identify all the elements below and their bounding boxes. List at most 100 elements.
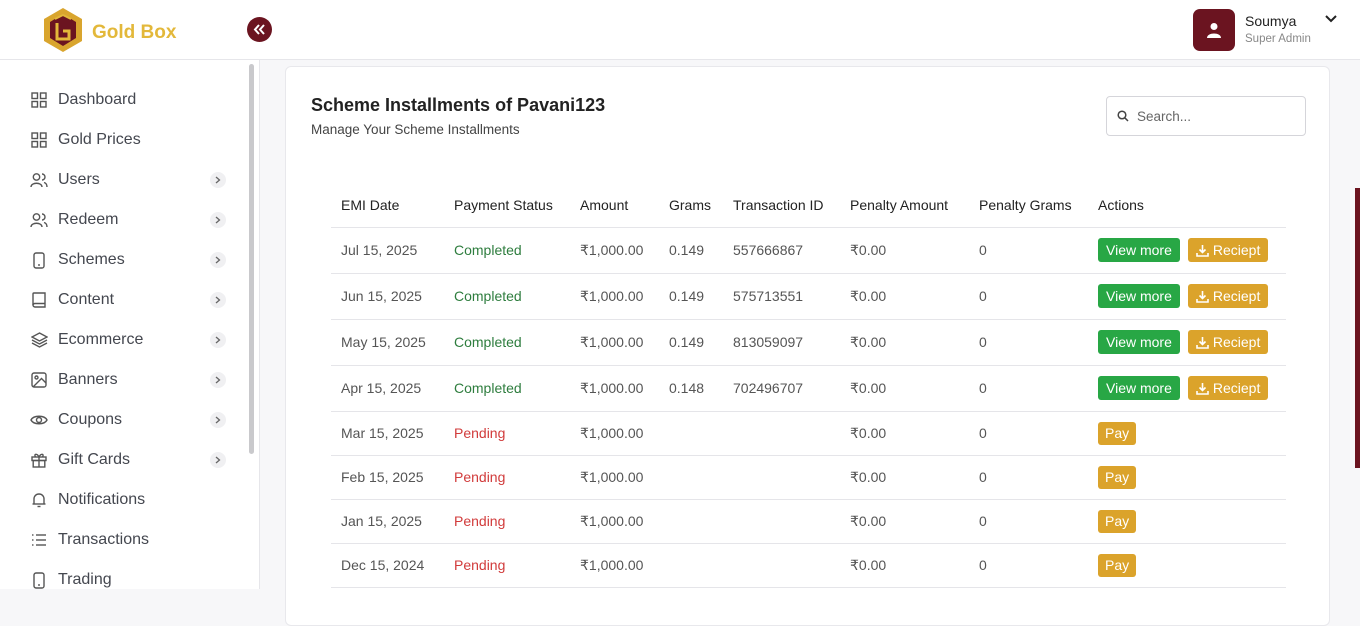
phone-icon (30, 251, 48, 269)
sidebar-item-transactions[interactable]: Transactions (30, 527, 230, 553)
transaction-id-cell (723, 543, 840, 588)
sidebar-item-notifications[interactable]: Notifications (30, 487, 230, 513)
amount-cell: ₹1,000.00 (570, 455, 659, 500)
pay-button[interactable]: Pay (1098, 509, 1137, 533)
amount-cell: ₹1,000.00 (570, 273, 659, 320)
column-header-actions: Actions (1088, 183, 1286, 228)
sidebar-item-trading[interactable]: Trading (30, 567, 230, 593)
installments-table: EMI Date Payment Status Amount Grams Tra… (331, 183, 1286, 588)
receipt-button[interactable]: Reciept (1187, 330, 1269, 354)
penalty-amount-cell: ₹0.00 (840, 227, 969, 274)
penalty-amount-cell: ₹0.00 (840, 273, 969, 320)
pay-button[interactable]: Pay (1098, 421, 1137, 445)
status-cell: Pending (444, 499, 570, 544)
view-more-button[interactable]: View more (1098, 330, 1180, 354)
transaction-id-cell: 557666867 (723, 227, 840, 274)
collapse-sidebar-button[interactable] (247, 17, 272, 42)
user-menu[interactable]: Soumya Super Admin (1193, 9, 1337, 51)
actions-cell: View more Reciept (1088, 273, 1286, 320)
emi-date-cell: Jan 15, 2025 (331, 499, 444, 544)
table-row: Feb 15, 2025 Pending ₹1,000.00 ₹0.00 0 P… (331, 455, 1286, 500)
sidebar-item-ecommerce[interactable]: Ecommerce (30, 327, 230, 353)
column-header-payment-status: Payment Status (444, 183, 570, 228)
sidebar-item-label: Trading (58, 571, 112, 588)
image-icon (30, 371, 48, 389)
page-scrollbar[interactable] (1355, 188, 1360, 468)
amount-cell: ₹1,000.00 (570, 365, 659, 412)
chevron-right-icon[interactable] (210, 332, 226, 348)
view-more-button[interactable]: View more (1098, 284, 1180, 308)
actions-cell: View more Reciept (1088, 319, 1286, 366)
grams-cell (659, 455, 723, 500)
chevron-right-icon[interactable] (210, 212, 226, 228)
view-more-button[interactable]: View more (1098, 376, 1180, 400)
sidebar-item-schemes[interactable]: Schemes (30, 247, 230, 273)
sidebar-item-label: Coupons (58, 411, 123, 428)
actions-cell: View more Reciept (1088, 227, 1286, 274)
sidebar-item-content[interactable]: Content (30, 287, 230, 313)
transaction-id-cell: 813059097 (723, 319, 840, 366)
emi-date-cell: May 15, 2025 (331, 319, 444, 366)
table-row: May 15, 2025 Completed ₹1,000.00 0.149 8… (331, 319, 1286, 366)
emi-date-cell: Dec 15, 2024 (331, 543, 444, 588)
chevron-right-icon[interactable] (210, 292, 226, 308)
actions-cell: Pay (1088, 499, 1286, 544)
chevron-right-icon[interactable] (210, 452, 226, 468)
download-icon (1196, 382, 1209, 395)
sidebar-item-dashboard[interactable]: Dashboard (30, 87, 230, 113)
receipt-button[interactable]: Reciept (1187, 238, 1269, 262)
view-more-button[interactable]: View more (1098, 238, 1180, 262)
receipt-label: Reciept (1212, 334, 1261, 350)
pay-button[interactable]: Pay (1098, 465, 1137, 489)
sidebar-item-redeem[interactable]: Redeem (30, 207, 230, 233)
sidebar-item-coupons[interactable]: Coupons (30, 407, 230, 433)
installments-card: Scheme Installments of Pavani123 Manage … (285, 66, 1330, 626)
sidebar-item-gift-cards[interactable]: Gift Cards (30, 447, 230, 473)
chevron-right-icon[interactable] (210, 372, 226, 388)
table-row: Dec 15, 2024 Pending ₹1,000.00 ₹0.00 0 P… (331, 543, 1286, 588)
book-icon (30, 291, 48, 309)
search-box[interactable] (1106, 96, 1306, 136)
sidebar-item-gold-prices[interactable]: Gold Prices (30, 127, 230, 153)
sidebar-item-users[interactable]: Users (30, 167, 230, 193)
grid-icon (30, 91, 48, 109)
actions-cell: Pay (1088, 455, 1286, 500)
penalty-grams-cell: 0 (969, 227, 1088, 274)
amount-cell: ₹1,000.00 (570, 411, 659, 456)
search-input[interactable] (1137, 108, 1297, 124)
amount-cell: ₹1,000.00 (570, 319, 659, 366)
receipt-label: Reciept (1212, 288, 1261, 304)
transaction-id-cell (723, 411, 840, 456)
column-header-penalty-amount: Penalty Amount (840, 183, 969, 228)
receipt-button[interactable]: Reciept (1187, 284, 1269, 308)
transaction-id-cell (723, 499, 840, 544)
phone-icon (30, 571, 48, 589)
column-header-transaction-id: Transaction ID (723, 183, 840, 228)
bell-icon (30, 491, 48, 509)
chevron-right-icon[interactable] (210, 412, 226, 428)
sidebar-scrollbar[interactable] (249, 64, 254, 454)
layers-icon (30, 331, 48, 349)
column-header-grams: Grams (659, 183, 723, 228)
penalty-grams-cell: 0 (969, 273, 1088, 320)
penalty-grams-cell: 0 (969, 319, 1088, 366)
table-row: Jul 15, 2025 Completed ₹1,000.00 0.149 5… (331, 227, 1286, 274)
grid-icon (30, 131, 48, 149)
user-name: Soumya (1245, 13, 1297, 29)
brand-name: Gold Box (92, 21, 177, 43)
brand[interactable]: Gold Box (42, 7, 176, 58)
emi-date-cell: Jun 15, 2025 (331, 273, 444, 320)
chevron-right-icon[interactable] (210, 172, 226, 188)
receipt-button[interactable]: Reciept (1187, 376, 1269, 400)
chevron-right-icon[interactable] (210, 252, 226, 268)
chevron-down-icon[interactable] (1325, 15, 1337, 23)
page-title: Scheme Installments of Pavani123 (311, 95, 606, 115)
penalty-amount-cell: ₹0.00 (840, 543, 969, 588)
sidebar-item-label: Dashboard (58, 91, 137, 108)
transaction-id-cell (723, 455, 840, 500)
status-cell: Pending (444, 411, 570, 456)
gift-icon (30, 451, 48, 469)
pay-button[interactable]: Pay (1098, 553, 1137, 577)
avatar (1193, 9, 1235, 51)
sidebar-item-banners[interactable]: Banners (30, 367, 230, 393)
